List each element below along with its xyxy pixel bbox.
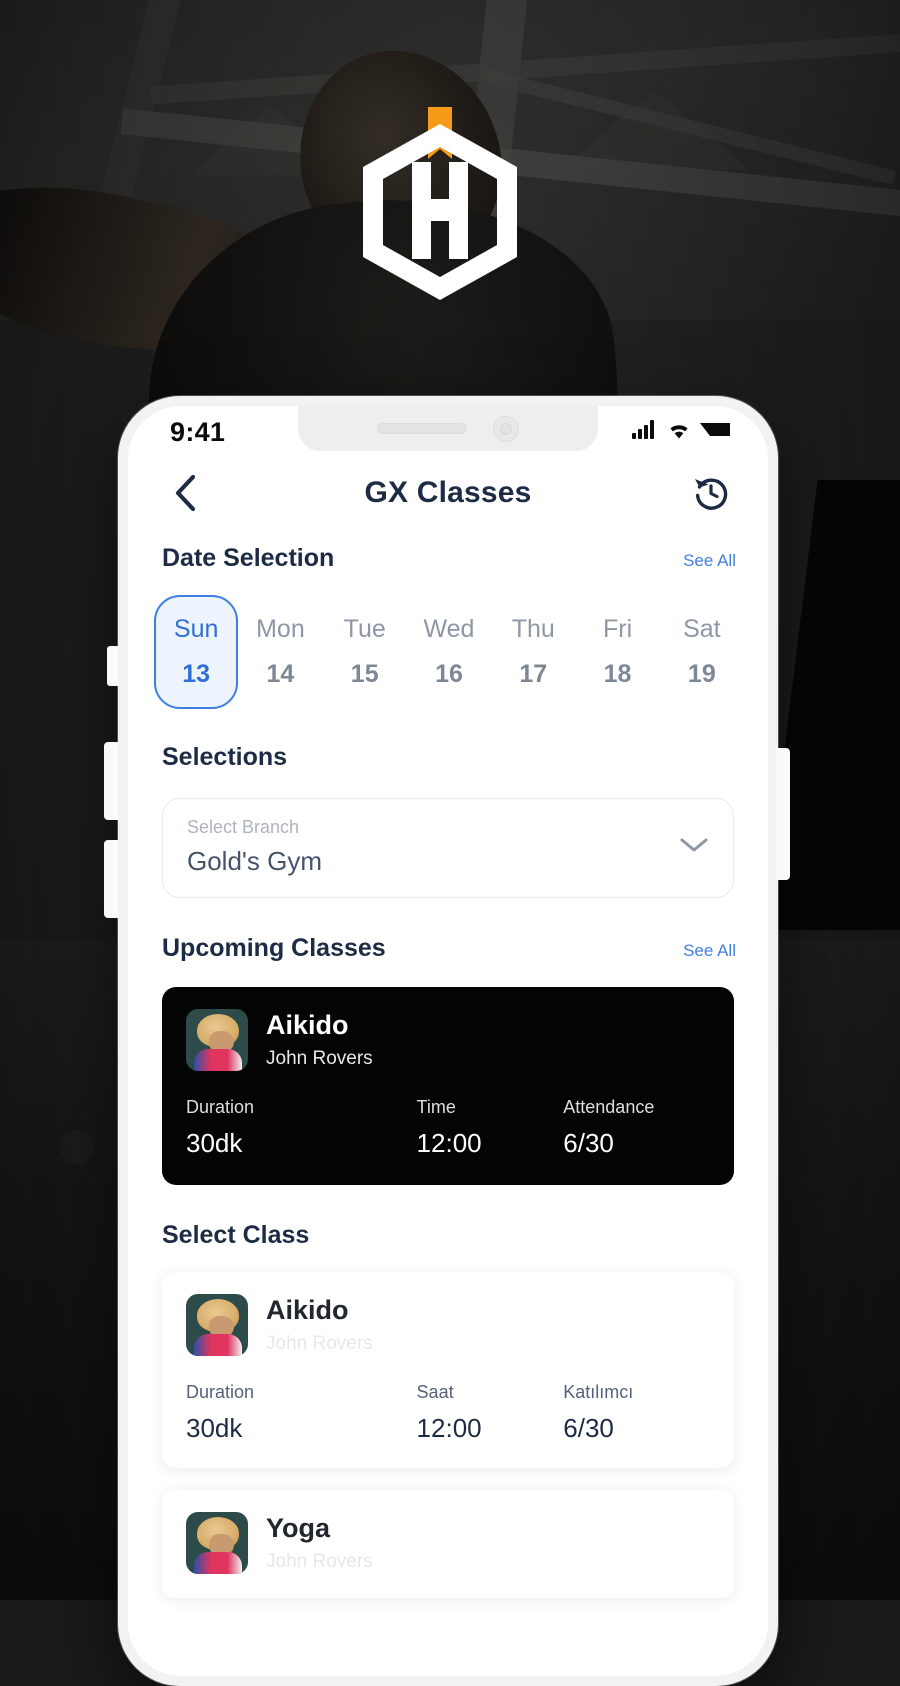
stat-attendance: Attendance 6/30 <box>563 1097 710 1159</box>
date-cell-fri[interactable]: Fri 18 <box>575 595 659 709</box>
branch-select[interactable]: Select Branch Gold's Gym <box>162 798 734 898</box>
date-dow: Thu <box>512 615 555 644</box>
stat-value: 12:00 <box>417 1413 564 1444</box>
chevron-left-icon <box>174 475 196 511</box>
class-card-header: Yoga John Rovers <box>186 1512 710 1574</box>
stat-time: Saat 12:00 <box>417 1382 564 1444</box>
stat-duration: Duration 30dk <box>186 1382 417 1444</box>
stat-attendance: Katılımcı 6/30 <box>563 1382 710 1444</box>
date-num: 14 <box>267 660 295 689</box>
class-card-titles: Aikido John Rovers <box>266 1010 373 1069</box>
scroll-content[interactable]: Date Selection See All Sun 13 Mon 14 Tue… <box>128 532 768 1598</box>
date-strip[interactable]: Sun 13 Mon 14 Tue 15 Wed 16 Thu 17 <box>128 573 768 709</box>
selections-title: Selections <box>162 743 287 772</box>
class-instructor: John Rovers <box>266 1048 373 1070</box>
date-num: 13 <box>182 660 210 689</box>
class-stats: Duration 30dk Saat 12:00 Katılımcı 6/30 <box>186 1382 710 1444</box>
battery-icon <box>700 421 730 443</box>
date-dow: Fri <box>603 615 632 644</box>
date-dow: Sat <box>683 615 721 644</box>
date-selection-header: Date Selection See All <box>128 532 768 573</box>
stat-value: 6/30 <box>563 1413 710 1444</box>
stat-time: Time 12:00 <box>417 1097 564 1159</box>
class-card-header: Aikido John Rovers <box>186 1009 710 1071</box>
class-list-item[interactable]: Aikido John Rovers Duration 30dk Saat 12… <box>162 1272 734 1468</box>
upcoming-class-card[interactable]: Aikido John Rovers Duration 30dk Time 12… <box>162 987 734 1185</box>
stat-label: Attendance <box>563 1097 710 1118</box>
chevron-down-icon[interactable] <box>679 836 709 859</box>
class-instructor: John Rovers <box>266 1551 373 1573</box>
back-button[interactable] <box>162 470 208 516</box>
date-selection-see-all[interactable]: See All <box>683 551 736 571</box>
date-dow: Tue <box>344 615 386 644</box>
date-num: 16 <box>435 660 463 689</box>
status-bar: 9:41 <box>128 406 768 458</box>
hexagon-h-logo <box>359 107 521 303</box>
date-dow: Sun <box>174 615 218 644</box>
selections-header: Selections <box>128 709 768 772</box>
class-photo-thumbnail <box>186 1294 248 1356</box>
date-num: 15 <box>351 660 379 689</box>
date-num: 18 <box>604 660 632 689</box>
volume-down-button[interactable] <box>104 840 118 918</box>
page-title: GX Classes <box>364 476 531 510</box>
class-stats: Duration 30dk Time 12:00 Attendance 6/30 <box>186 1097 710 1159</box>
stat-value: 12:00 <box>417 1128 564 1159</box>
stat-value: 30dk <box>186 1128 417 1159</box>
branch-select-text: Select Branch Gold's Gym <box>187 817 322 877</box>
phone-screen: 9:41 <box>128 406 768 1676</box>
stat-label: Duration <box>186 1382 417 1403</box>
date-num: 19 <box>688 660 716 689</box>
date-cell-sun[interactable]: Sun 13 <box>154 595 238 709</box>
class-photo-thumbnail <box>186 1009 248 1071</box>
stat-value: 6/30 <box>563 1128 710 1159</box>
select-class-header: Select Class <box>128 1185 768 1250</box>
stat-duration: Duration 30dk <box>186 1097 417 1159</box>
date-dow: Wed <box>424 615 475 644</box>
stat-label: Katılımcı <box>563 1382 710 1403</box>
class-photo-thumbnail <box>186 1512 248 1574</box>
status-time: 9:41 <box>170 417 225 448</box>
power-button[interactable] <box>776 748 790 880</box>
signal-icon <box>632 420 658 444</box>
class-name: Aikido <box>266 1295 373 1326</box>
stat-label: Saat <box>417 1382 564 1403</box>
stat-label: Duration <box>186 1097 417 1118</box>
stat-label: Time <box>417 1097 564 1118</box>
thumbnail-body <box>194 1552 242 1574</box>
date-selection-title: Date Selection <box>162 544 334 573</box>
class-card-titles: Aikido John Rovers <box>266 1295 373 1354</box>
stat-value: 30dk <box>186 1413 417 1444</box>
class-name: Yoga <box>266 1513 373 1544</box>
upcoming-classes-header: Upcoming Classes See All <box>128 898 768 963</box>
branch-select-label: Select Branch <box>187 817 322 838</box>
history-button[interactable] <box>688 470 734 516</box>
status-icons <box>632 420 730 444</box>
date-dow: Mon <box>256 615 305 644</box>
upcoming-classes-title: Upcoming Classes <box>162 934 386 963</box>
class-instructor: John Rovers <box>266 1333 373 1355</box>
date-cell-thu[interactable]: Thu 17 <box>491 595 575 709</box>
date-num: 17 <box>519 660 547 689</box>
date-cell-mon[interactable]: Mon 14 <box>238 595 322 709</box>
thumbnail-body <box>194 1049 242 1071</box>
class-list-item[interactable]: Yoga John Rovers <box>162 1490 734 1598</box>
thumbnail-body <box>194 1334 242 1356</box>
mute-switch[interactable] <box>107 646 118 686</box>
phone-mockup: 9:41 <box>118 396 778 1686</box>
class-card-header: Aikido John Rovers <box>186 1294 710 1356</box>
select-class-title: Select Class <box>162 1221 309 1250</box>
upcoming-classes-see-all[interactable]: See All <box>683 941 736 961</box>
app-navbar: GX Classes <box>128 458 768 532</box>
date-cell-wed[interactable]: Wed 16 <box>407 595 491 709</box>
volume-up-button[interactable] <box>104 742 118 820</box>
wifi-icon <box>667 420 691 444</box>
class-name: Aikido <box>266 1010 373 1041</box>
date-cell-sat[interactable]: Sat 19 <box>660 595 744 709</box>
class-card-titles: Yoga John Rovers <box>266 1513 373 1572</box>
date-cell-tue[interactable]: Tue 15 <box>323 595 407 709</box>
history-clock-icon <box>691 473 731 513</box>
branch-select-value: Gold's Gym <box>187 846 322 877</box>
